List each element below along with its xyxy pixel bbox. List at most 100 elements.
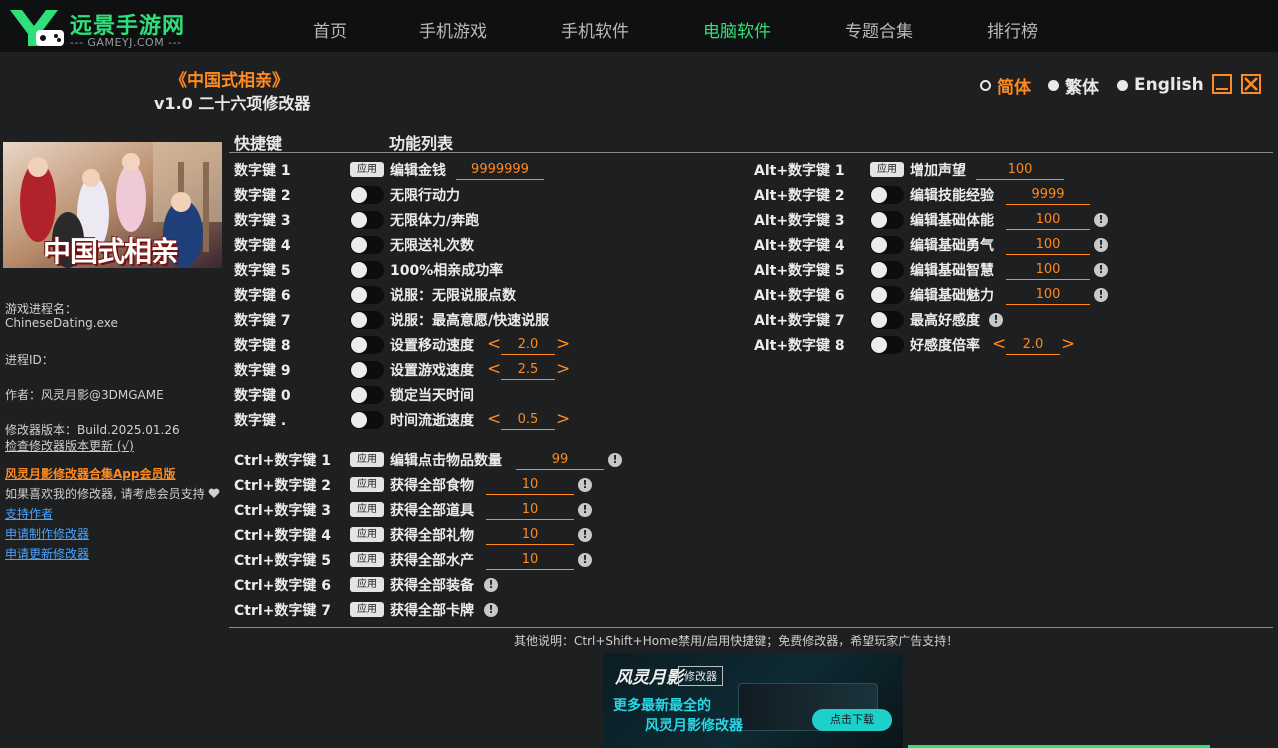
minimize-button[interactable] [1212,74,1232,94]
value-input[interactable]: 10 [486,527,574,545]
warning-icon[interactable]: ! [578,478,592,492]
toggle-switch[interactable] [870,311,904,329]
warning-icon[interactable]: ! [1094,263,1108,277]
apply-button[interactable]: 应用 [350,452,384,467]
toggle-switch[interactable] [350,386,384,404]
toggle-switch[interactable] [350,186,384,204]
value-input[interactable]: 0.5 [501,412,555,430]
hotkey-label: 数字键 0 [234,388,291,404]
increase-arrow[interactable]: > [556,334,570,354]
increase-arrow[interactable]: > [556,359,570,379]
toggle-switch[interactable] [870,186,904,204]
cheat-row: Alt+数字键 1 应用 增加声望 100 [754,158,1154,182]
apply-button[interactable]: 应用 [350,502,384,517]
increase-arrow[interactable]: > [556,409,570,429]
footer-divider [229,627,1273,628]
vip-promo-link[interactable]: 风灵月影修改器合集App会员版 [5,465,175,482]
warning-icon[interactable]: ! [608,453,622,467]
cheat-row: Ctrl+数字键 6 应用 获得全部装备 ! [234,573,754,597]
warning-icon[interactable]: ! [1094,238,1108,252]
value-input[interactable]: 100 [1006,212,1090,230]
ad-banner[interactable]: 风灵月影 修改器 更多最新最全的 风灵月影修改器 点击下载 [603,653,903,748]
lang-option-traditional[interactable]: 繁体 [1048,74,1099,98]
game-title: 《中国式相亲》 [170,71,289,91]
decrease-arrow[interactable]: < [487,409,501,429]
cheat-name: 编辑技能经验 [910,188,994,204]
warning-icon[interactable]: ! [989,313,1003,327]
nav-mobile-software[interactable]: 手机软件 [561,17,629,42]
nav-pc-software[interactable]: 电脑软件 [703,17,771,42]
value-input[interactable]: 2.5 [501,362,555,380]
nav-collections[interactable]: 专题合集 [845,17,913,42]
value-input[interactable]: 2.0 [1006,337,1060,355]
cheat-name: 100%相亲成功率 [390,263,504,279]
lang-option-english[interactable]: English [1117,74,1204,96]
decrease-arrow[interactable]: < [487,334,501,354]
warning-icon[interactable]: ! [578,528,592,542]
hotkey-label: 数字键 7 [234,313,291,329]
warning-icon[interactable]: ! [484,603,498,617]
request-update-link[interactable]: 申请更新修改器 [5,545,89,562]
toggle-switch[interactable] [870,211,904,229]
check-update-link[interactable]: 检查修改器版本更新 (√) [5,437,134,454]
cheat-row: 数字键 6 说服：无限说服点数 [234,283,754,307]
toggle-switch[interactable] [350,211,384,229]
request-trainer-link[interactable]: 申请制作修改器 [5,525,89,542]
cheat-name: 获得全部道具 [390,503,474,519]
increase-arrow[interactable]: > [1061,334,1075,354]
support-author-link[interactable]: 支持作者 [5,505,53,522]
toggle-switch[interactable] [870,336,904,354]
toggle-switch[interactable] [350,261,384,279]
lang-option-simplified[interactable]: 简体 [980,74,1031,98]
toggle-switch[interactable] [350,411,384,429]
warning-icon[interactable]: ! [578,553,592,567]
radio-icon [1117,79,1128,91]
warning-icon[interactable]: ! [484,578,498,592]
decrease-arrow[interactable]: < [992,334,1006,354]
apply-button[interactable]: 应用 [350,552,384,567]
value-input[interactable]: 99 [516,452,604,470]
warning-icon[interactable]: ! [1094,288,1108,302]
apply-button[interactable]: 应用 [350,527,384,542]
toggle-switch[interactable] [350,311,384,329]
value-input[interactable]: 9999999 [456,162,544,180]
value-input[interactable]: 2.0 [501,337,555,355]
warning-icon[interactable]: ! [578,503,592,517]
apply-button[interactable]: 应用 [350,577,384,592]
toggle-switch[interactable] [870,236,904,254]
apply-button[interactable]: 应用 [870,162,904,177]
apply-button[interactable]: 应用 [350,162,384,177]
apply-button[interactable]: 应用 [350,477,384,492]
value-input[interactable]: 100 [1006,287,1090,305]
support-text: 如果喜欢我的修改器, 请考虑会员支持 [5,487,205,501]
toggle-switch[interactable] [870,261,904,279]
apply-button[interactable]: 应用 [350,602,384,617]
value-input[interactable]: 100 [1006,262,1090,280]
value-input[interactable]: 9999 [1006,187,1090,205]
toggle-switch[interactable] [350,236,384,254]
value-input[interactable]: 100 [1006,237,1090,255]
nav-mobile-games[interactable]: 手机游戏 [419,17,487,42]
decrease-arrow[interactable]: < [487,359,501,379]
value-input[interactable]: 10 [486,552,574,570]
cheat-name: 编辑基础勇气 [910,238,994,254]
toggle-switch[interactable] [350,286,384,304]
footer-note: 其他说明：Ctrl+Shift+Home禁用/启用快捷键；免费修改器，希望玩家广… [514,634,959,648]
nav-rankings[interactable]: 排行榜 [987,17,1038,42]
toggle-switch[interactable] [870,286,904,304]
hotkey-label: 数字键 4 [234,238,291,254]
cheat-name: 编辑点击物品数量 [390,453,502,469]
warning-icon[interactable]: ! [1094,213,1108,227]
value-input[interactable]: 10 [486,477,574,495]
cheat-name: 说服：无限说服点数 [390,288,516,304]
value-input[interactable]: 10 [486,502,574,520]
cheat-row: 数字键 0 锁定当天时间 [234,383,754,407]
cheat-row: 数字键 8 设置移动速度 < 2.0 > [234,333,754,357]
close-button[interactable] [1241,74,1261,94]
cheat-name: 编辑基础体能 [910,213,994,229]
toggle-switch[interactable] [350,361,384,379]
toggle-switch[interactable] [350,336,384,354]
value-input[interactable]: 100 [976,162,1064,180]
download-button[interactable]: 点击下载 [812,709,892,731]
nav-home[interactable]: 首页 [313,17,347,42]
